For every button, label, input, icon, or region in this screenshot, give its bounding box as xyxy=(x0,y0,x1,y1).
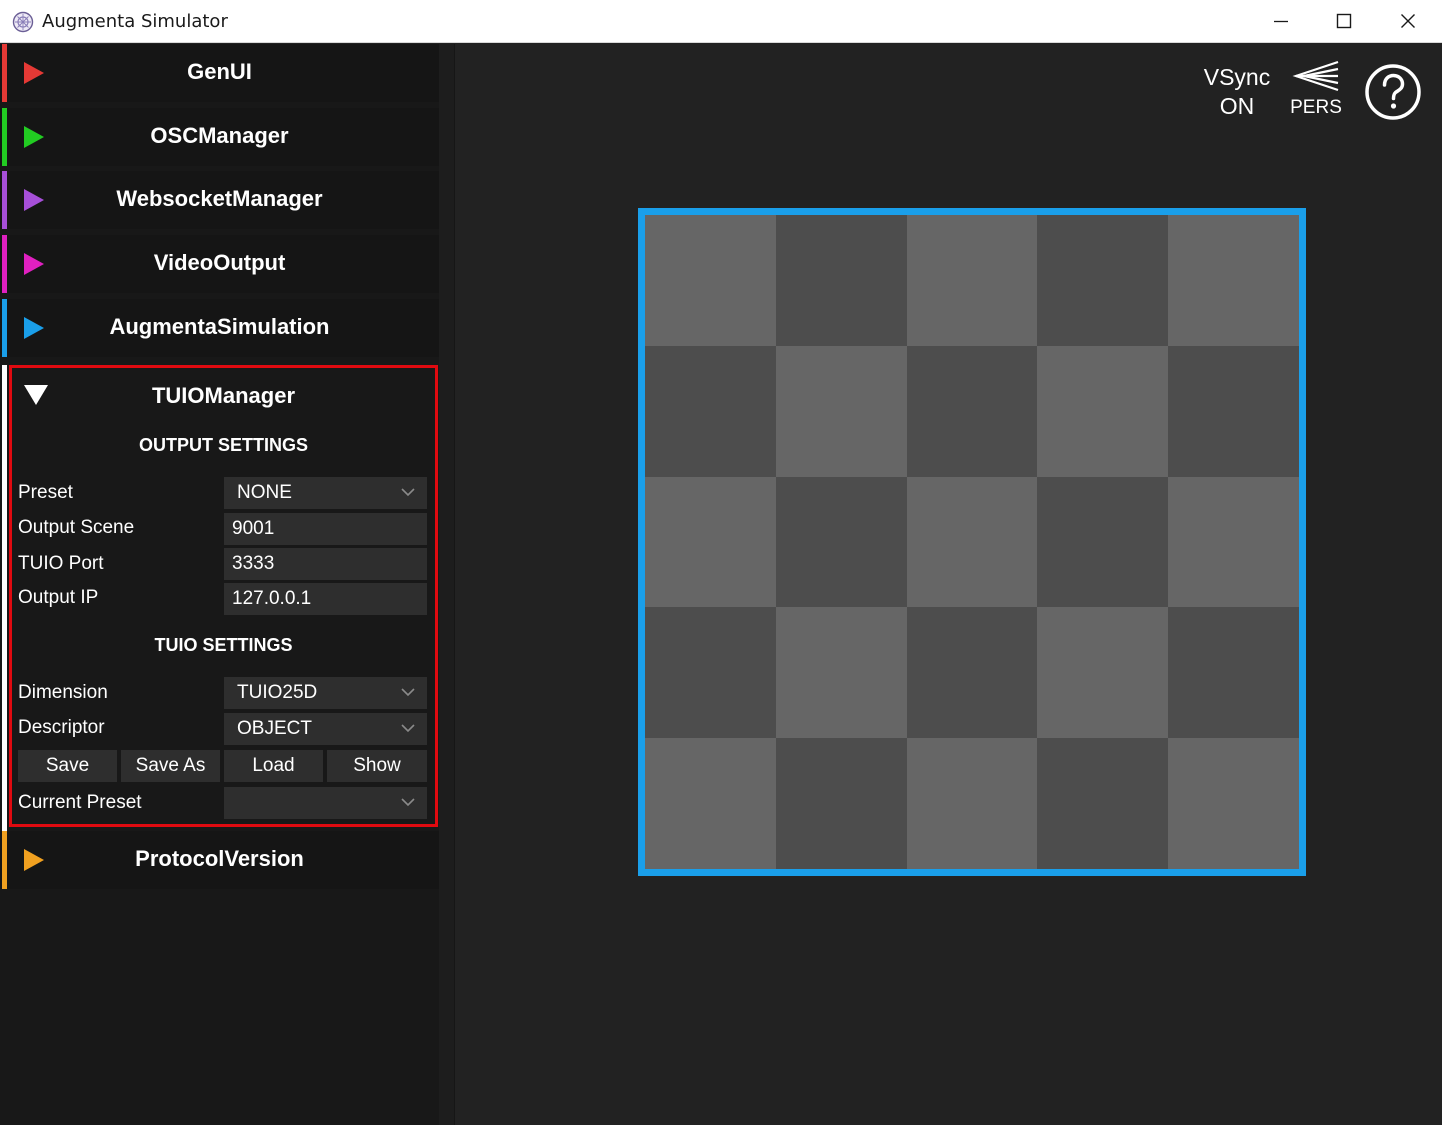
output-ip-label: Output IP xyxy=(18,587,99,608)
scene-grid-cell xyxy=(775,476,907,608)
section-websocketmanager[interactable]: WebsocketManager xyxy=(0,171,439,229)
scene-grid-cell xyxy=(775,738,907,870)
scene-grid-cell xyxy=(906,345,1038,477)
section-genui[interactable]: GenUI xyxy=(0,44,439,102)
load-button[interactable]: Load xyxy=(224,750,323,782)
close-button[interactable] xyxy=(1376,0,1440,43)
vsync-toggle[interactable]: VSync ON xyxy=(1196,63,1278,121)
descriptor-value: OBJECT xyxy=(237,718,312,739)
minimize-icon xyxy=(1274,20,1288,23)
section-label: AugmentaSimulation xyxy=(109,314,330,339)
dimension-value: TUIO25D xyxy=(237,682,318,703)
section-accent xyxy=(2,365,7,832)
descriptor-dropdown[interactable]: OBJECT xyxy=(224,713,427,745)
close-icon xyxy=(1401,14,1415,28)
scene-grid-cell xyxy=(1037,345,1169,477)
preset-dropdown[interactable]: NONE xyxy=(224,477,427,509)
scene-grid-cell xyxy=(906,738,1038,870)
chevron-down-icon xyxy=(401,798,415,807)
current-preset-label: Current Preset xyxy=(18,792,142,813)
scene-grid-cell xyxy=(906,215,1038,346)
scene-grid-cell xyxy=(645,215,776,346)
tuio-port-field[interactable]: 3333 xyxy=(224,548,427,580)
minimize-button[interactable] xyxy=(1249,0,1313,43)
chevron-down-icon xyxy=(401,688,415,697)
scene-grid-cell xyxy=(645,738,776,870)
scene-grid-cell xyxy=(1037,476,1169,608)
scene-grid-cell xyxy=(1037,215,1169,346)
maximize-button[interactable] xyxy=(1312,0,1376,43)
scene-grid-cell xyxy=(906,607,1038,739)
help-icon[interactable] xyxy=(1364,63,1422,121)
vsync-state: ON xyxy=(1219,93,1255,119)
section-tuiomanager: TUIOManager OUTPUT SETTINGS Preset NONE … xyxy=(9,365,438,827)
title-bar: Augmenta Simulator xyxy=(0,0,1442,43)
section-label: TUIOManager xyxy=(151,383,296,408)
chevron-down-icon xyxy=(401,724,415,733)
scene-grid-cell xyxy=(1168,476,1300,608)
scene-grid-cell xyxy=(775,345,907,477)
scene-grid-cell xyxy=(1037,607,1169,739)
section-oscmanager[interactable]: OSCManager xyxy=(0,108,439,166)
output-scene-label: Output Scene xyxy=(18,517,135,538)
tuio-settings-heading: TUIO SETTINGS xyxy=(154,635,293,655)
perspective-toggle[interactable]: PERS xyxy=(1290,60,1342,122)
dimension-label: Dimension xyxy=(18,682,108,703)
tuio-port-label: TUIO Port xyxy=(18,553,104,574)
vsync-label: VSync xyxy=(1203,64,1271,90)
save-button[interactable]: Save xyxy=(18,750,117,782)
descriptor-label: Descriptor xyxy=(18,717,105,738)
dimension-dropdown[interactable]: TUIO25D xyxy=(224,677,427,709)
section-augmentasimulation[interactable]: AugmentaSimulation xyxy=(0,299,439,357)
output-ip-field[interactable]: 127.0.0.1 xyxy=(224,583,427,615)
scene-grid-cell xyxy=(645,345,776,477)
section-protocolversion[interactable]: ProtocolVersion xyxy=(0,831,439,889)
maximize-icon xyxy=(1336,13,1352,29)
scene-board[interactable] xyxy=(638,208,1306,876)
preset-label: Preset xyxy=(18,482,73,503)
show-button[interactable]: Show xyxy=(327,750,427,782)
scene-grid-cell xyxy=(1168,345,1300,477)
preset-value: NONE xyxy=(237,482,292,503)
scene-grid-cell xyxy=(775,215,907,346)
scene-grid-cell xyxy=(906,476,1038,608)
scene-grid-cell xyxy=(1168,738,1300,870)
chevron-down-icon xyxy=(401,488,415,497)
window-title: Augmenta Simulator xyxy=(42,11,228,32)
scene-grid-cell xyxy=(1037,738,1169,870)
save-as-button[interactable]: Save As xyxy=(121,750,220,782)
pers-label: PERS xyxy=(1290,97,1342,118)
scene-grid-cell xyxy=(645,476,776,608)
app-logo-icon xyxy=(12,11,34,33)
panel-scrollbar[interactable] xyxy=(439,44,455,1125)
output-scene-field[interactable]: 9001 xyxy=(224,513,427,545)
scene-grid-cell xyxy=(645,607,776,739)
current-preset-dropdown[interactable] xyxy=(224,787,427,819)
section-label: VideoOutput xyxy=(153,250,286,275)
section-videooutput[interactable]: VideoOutput xyxy=(0,235,439,293)
scene-grid-cell xyxy=(1168,607,1300,739)
section-label: GenUI xyxy=(187,59,252,84)
scene-grid-cell xyxy=(775,607,907,739)
section-label: OSCManager xyxy=(150,123,289,148)
output-settings-heading: OUTPUT SETTINGS xyxy=(138,435,308,455)
section-label: ProtocolVersion xyxy=(135,846,304,871)
section-label: WebsocketManager xyxy=(116,186,323,211)
scene-grid-cell xyxy=(1168,215,1300,346)
perspective-icon xyxy=(1292,60,1339,92)
